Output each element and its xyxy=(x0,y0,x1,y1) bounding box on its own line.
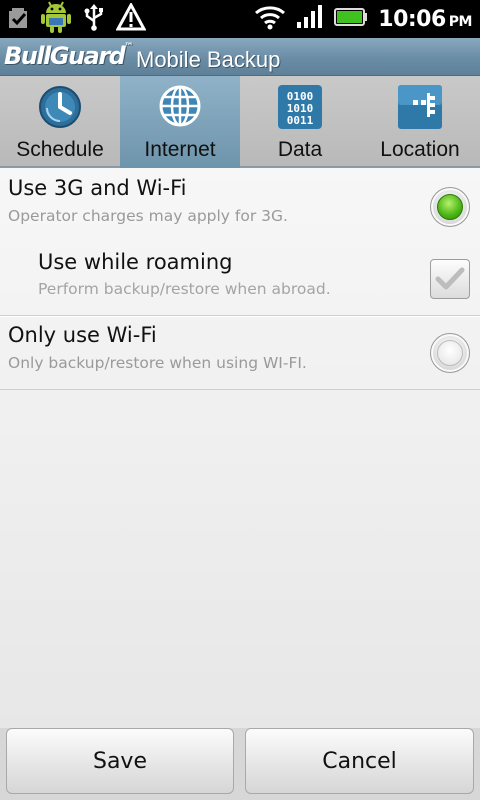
tab-label: Location xyxy=(380,138,460,161)
radio-selected-dot xyxy=(437,194,463,220)
option-title: Only use Wi-Fi xyxy=(8,323,157,347)
option-subtitle: Operator charges may apply for 3G. xyxy=(8,207,288,225)
option-roaming[interactable]: Use while roaming Perform backup/restore… xyxy=(0,242,480,316)
tab-bar: Schedule Internet 0100 1010 0011 Data Lo… xyxy=(0,76,480,168)
tab-label: Internet xyxy=(144,138,216,161)
wifi-icon xyxy=(254,4,286,34)
battery-icon xyxy=(334,7,368,31)
binary-data-icon: 0100 1010 0011 xyxy=(277,84,323,134)
cancel-button[interactable]: Cancel xyxy=(245,728,474,794)
usb-icon xyxy=(82,3,106,35)
clock-time: 10:06 xyxy=(378,6,446,32)
warning-icon xyxy=(115,1,147,35)
globe-icon xyxy=(158,84,202,132)
save-button[interactable]: Save xyxy=(6,728,234,794)
signal-icon xyxy=(296,5,324,33)
status-clock: 10:06 PM xyxy=(378,7,472,32)
tab-label: Data xyxy=(277,138,323,161)
radio-empty xyxy=(437,340,463,366)
clock-icon xyxy=(37,84,83,134)
app-title: Mobile Backup xyxy=(136,47,281,72)
status-bar-left xyxy=(6,0,147,38)
app-title-bar: BullGuard™ Mobile Backup xyxy=(0,38,480,76)
checkmark-icon xyxy=(435,267,465,290)
option-3g-wifi[interactable]: Use 3G and Wi-Fi Operator charges may ap… xyxy=(0,168,480,242)
brand-logo: BullGuard™ xyxy=(4,42,133,70)
brand-trademark: ™ xyxy=(124,42,134,52)
option-title: Use 3G and Wi-Fi xyxy=(8,176,187,200)
checkbox-roaming[interactable] xyxy=(430,259,470,299)
tab-schedule[interactable]: Schedule xyxy=(0,76,120,168)
tab-location[interactable]: Location xyxy=(360,76,480,168)
clock-ampm: PM xyxy=(448,13,473,30)
tab-label: Schedule xyxy=(16,138,104,161)
tab-internet[interactable]: Internet xyxy=(120,76,240,168)
option-subtitle: Perform backup/restore when abroad. xyxy=(38,280,331,298)
radio-wifi-only[interactable] xyxy=(430,333,470,373)
checkbox-notification-icon xyxy=(6,4,30,34)
radio-3g-wifi[interactable] xyxy=(430,187,470,227)
android-icon xyxy=(40,0,72,38)
status-bar: 10:06 PM xyxy=(0,0,480,38)
option-subtitle: Only backup/restore when using WI-FI. xyxy=(8,354,307,372)
settings-list: Use 3G and Wi-Fi Operator charges may ap… xyxy=(0,168,480,728)
svg-text:0011: 0011 xyxy=(287,114,314,127)
brand-name: BullGuard xyxy=(4,42,126,70)
status-bar-right: 10:06 PM xyxy=(254,3,473,35)
option-title: Use while roaming xyxy=(38,250,233,274)
option-wifi-only[interactable]: Only use Wi-Fi Only backup/restore when … xyxy=(0,316,480,390)
tab-data[interactable]: 0100 1010 0011 Data xyxy=(240,76,360,168)
location-icon xyxy=(397,84,443,134)
button-bar: Save Cancel xyxy=(0,728,480,800)
